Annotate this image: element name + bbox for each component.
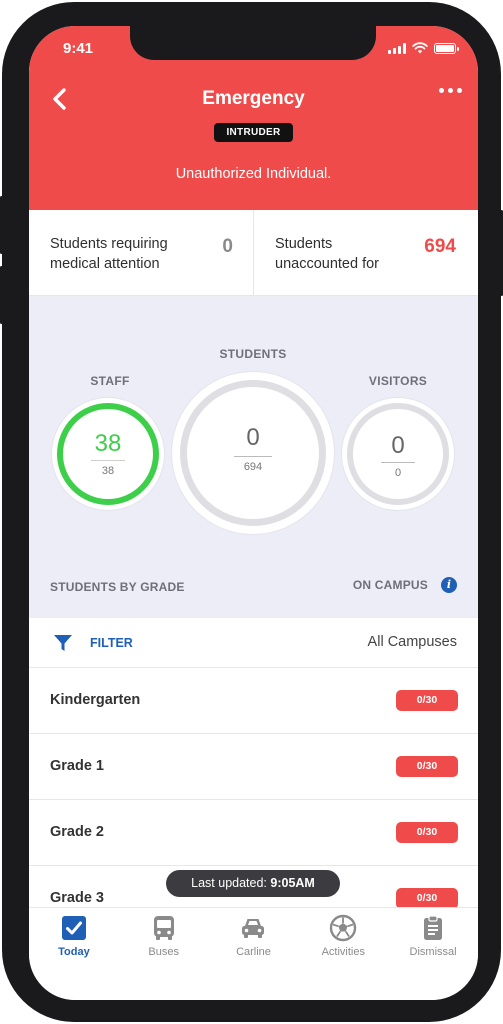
grade-name: Grade 1 — [50, 758, 104, 774]
grade-count-badge: 0/30 — [396, 822, 458, 843]
students-by-grade-heading: STUDENTS BY GRADE — [50, 580, 185, 594]
grade-count-badge: 0/30 — [396, 756, 458, 777]
cellular-signal-icon — [388, 42, 406, 54]
tab-carline[interactable]: Carline — [209, 908, 299, 1000]
staff-count: 38 — [94, 430, 122, 457]
tab-label: Carline — [236, 946, 271, 958]
stats-row: Students requiring medical attention 0 S… — [29, 210, 478, 296]
on-campus-label: ON CAMPUS — [352, 578, 428, 592]
filter-button[interactable]: FILTER — [90, 636, 133, 650]
device-notch — [130, 26, 376, 60]
car-icon — [242, 919, 265, 938]
unaccounted-stat[interactable]: Students unaccounted for 694 — [253, 210, 478, 295]
grade-name: Kindergarten — [50, 692, 141, 708]
tab-dismissal[interactable]: Dismissal — [388, 908, 478, 1000]
grade-name: Grade 2 — [50, 824, 104, 840]
page-title: Emergency — [202, 88, 305, 109]
stat-label: Students requiring medical attention — [50, 236, 168, 272]
soccer-ball-icon — [330, 914, 357, 942]
phone-frame: 9:41 Emergency INTRUDER Unauthorized Ind… — [2, 2, 501, 1022]
toast-prefix: Last updated: — [191, 876, 267, 890]
tab-buses[interactable]: Buses — [119, 908, 209, 1000]
students-label: STUDENTS — [219, 347, 287, 361]
grade-row[interactable]: Kindergarten 0/30 — [29, 668, 478, 734]
app-screen: 9:41 Emergency INTRUDER Unauthorized Ind… — [29, 26, 478, 1000]
stat-value: 0 — [222, 236, 233, 257]
visitors-circle[interactable]: 0 0 — [342, 398, 454, 510]
battery-icon — [434, 42, 459, 54]
grade-count-badge: 0/30 — [396, 888, 458, 909]
stat-label: Students unaccounted for — [275, 236, 379, 272]
clipboard-icon — [424, 915, 443, 940]
filter-bar: FILTER All Campuses — [29, 618, 478, 668]
students-total: 694 — [243, 461, 263, 473]
grade-name: Grade 3 — [50, 890, 104, 906]
stat-value: 694 — [424, 236, 456, 257]
status-time: 9:41 — [63, 40, 94, 57]
staff-circle[interactable]: 38 38 — [52, 398, 164, 510]
volume-up-button — [0, 196, 3, 254]
info-icon[interactable]: i — [441, 577, 457, 593]
campus-selector[interactable]: All Campuses — [368, 634, 457, 650]
staff-label: STAFF — [90, 374, 130, 388]
attendance-summary: STAFF STUDENTS VISITORS 38 38 0 694 0 0 … — [29, 296, 478, 618]
bottom-tab-bar: Today Buses Carline Activities Dismissal — [29, 907, 478, 1000]
visitors-count: 0 — [391, 432, 405, 459]
wifi-icon — [412, 42, 428, 54]
last-updated-toast: Last updated: 9:05AM — [166, 870, 340, 897]
grade-row[interactable]: Grade 2 0/30 — [29, 800, 478, 866]
tab-label: Dismissal — [409, 946, 457, 958]
volume-down-button — [0, 266, 3, 324]
checkbox-icon — [61, 916, 86, 940]
tab-label: Today — [58, 946, 90, 958]
emergency-description: Unauthorized Individual. — [175, 166, 332, 182]
tab-today[interactable]: Today — [29, 908, 119, 1000]
bus-icon — [153, 916, 174, 940]
toast-time: 9:05AM — [270, 876, 315, 890]
visitors-label: VISITORS — [368, 374, 428, 388]
filter-funnel-icon[interactable] — [53, 633, 73, 653]
grade-count-badge: 0/30 — [396, 690, 458, 711]
tab-label: Activities — [321, 946, 365, 958]
staff-total: 38 — [101, 465, 115, 477]
tab-label: Buses — [148, 946, 179, 958]
more-options-icon[interactable] — [439, 88, 462, 93]
tab-activities[interactable]: Activities — [298, 908, 388, 1000]
grade-row[interactable]: Grade 1 0/30 — [29, 734, 478, 800]
visitors-total: 0 — [394, 467, 402, 479]
emergency-type-badge: INTRUDER — [214, 123, 293, 142]
status-icons — [388, 42, 459, 54]
medical-attention-stat[interactable]: Students requiring medical attention 0 — [29, 210, 253, 295]
students-circle[interactable]: 0 694 — [172, 372, 334, 534]
students-count: 0 — [246, 424, 260, 451]
